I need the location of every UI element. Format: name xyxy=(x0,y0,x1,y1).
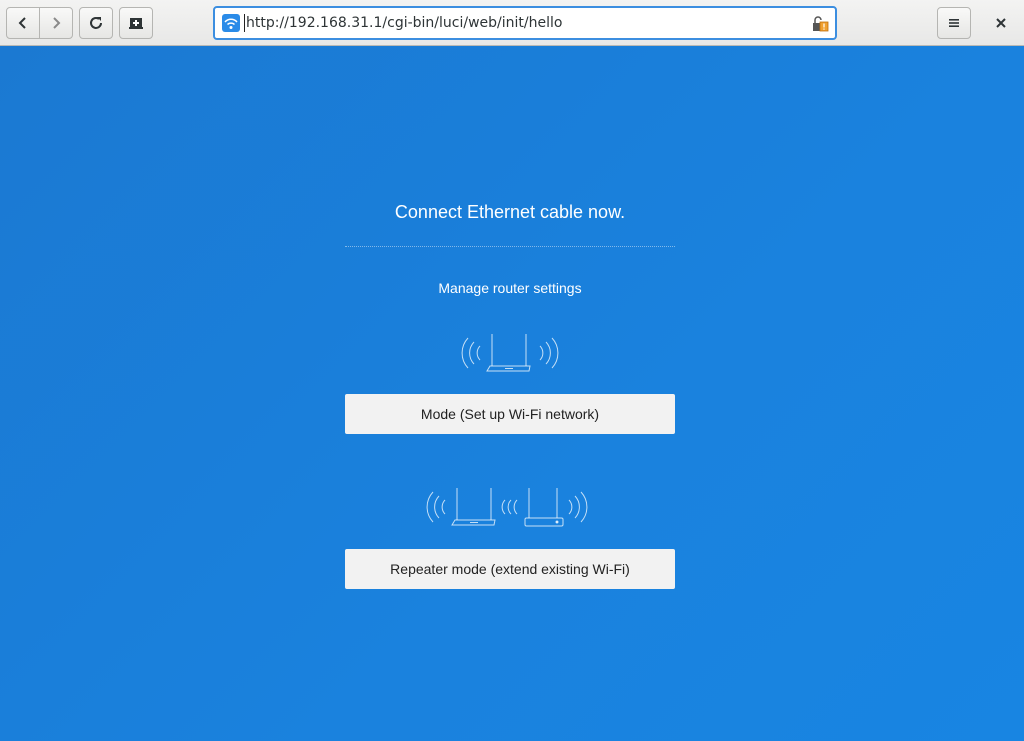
reload-button[interactable] xyxy=(79,7,113,39)
page-title: Connect Ethernet cable now. xyxy=(394,202,626,222)
router-setup-page: Connect Ethernet cable now. Manage route… xyxy=(0,46,1024,741)
url-text[interactable]: http://192.168.31.1/cgi-bin/luci/web/ini… xyxy=(244,14,562,32)
new-tab-icon xyxy=(129,18,143,29)
reload-icon xyxy=(90,17,102,29)
window-close-button[interactable] xyxy=(985,7,1017,39)
close-icon xyxy=(996,18,1006,28)
chevron-left-icon xyxy=(18,17,26,29)
browser-toolbar: http://192.168.31.1/cgi-bin/luci/web/ini… xyxy=(0,0,1024,46)
address-bar[interactable]: http://192.168.31.1/cgi-bin/luci/web/ini… xyxy=(213,6,837,40)
repeater-mode-button[interactable]: Repeater mode (extend existing Wi-Fi) xyxy=(345,549,675,589)
new-tab-button[interactable] xyxy=(119,7,153,39)
divider xyxy=(345,246,675,247)
section-subtitle: Manage router settings xyxy=(438,280,582,296)
router-illustration-icon xyxy=(461,334,559,372)
chevron-right-icon xyxy=(53,17,61,29)
hamburger-menu-icon xyxy=(949,19,959,27)
repeater-illustration-icon xyxy=(426,488,588,527)
back-button[interactable] xyxy=(6,7,40,39)
forward-button[interactable] xyxy=(39,7,73,39)
wifi-icon xyxy=(222,14,240,32)
insecure-lock-icon[interactable] xyxy=(811,15,829,33)
menu-button[interactable] xyxy=(937,7,971,39)
mode-setup-wifi-button[interactable]: Mode (Set up Wi-Fi network) xyxy=(345,394,675,434)
